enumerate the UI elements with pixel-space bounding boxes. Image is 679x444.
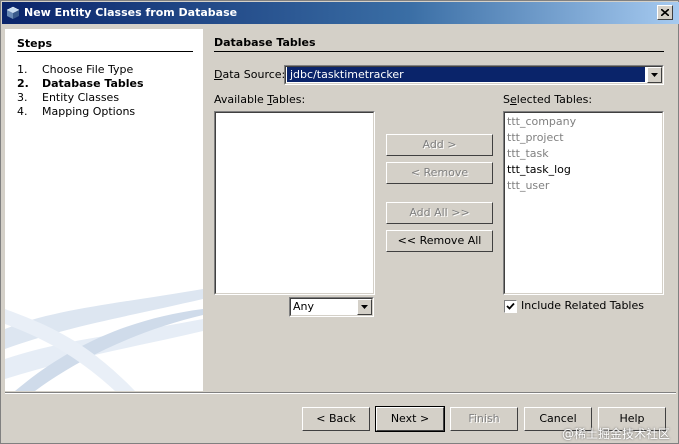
title-bar: New Entity Classes from Database — [2, 2, 679, 24]
table-filter-combobox[interactable]: Any — [289, 297, 374, 317]
include-related-label[interactable]: Include Related Tables — [521, 299, 644, 312]
chevron-down-icon — [361, 305, 368, 309]
panel-title: Database Tables — [214, 36, 316, 49]
step-label: Mapping Options — [42, 105, 136, 118]
checkmark-icon — [506, 302, 515, 310]
steps-title: Steps — [17, 37, 53, 50]
close-icon — [661, 9, 669, 16]
window-title: New Entity Classes from Database — [24, 6, 238, 19]
steps-panel: Steps 1. Choose File Type 2. Database Ta… — [5, 29, 203, 391]
selected-tables-list[interactable]: ttt_company ttt_project ttt_task ttt_tas… — [503, 111, 664, 295]
data-source-combobox[interactable]: jdbc/tasktimetracker — [284, 65, 664, 85]
chevron-down-icon — [651, 73, 658, 77]
list-item[interactable]: ttt_company — [507, 115, 576, 128]
step-number: 3. — [17, 91, 28, 104]
remove-all-button[interactable]: << Remove All — [386, 230, 493, 252]
include-related-checkbox[interactable] — [504, 300, 517, 313]
step-number: 4. — [17, 105, 28, 118]
step-label: Database Tables — [42, 77, 144, 90]
footer-separator-highlight — [5, 393, 676, 394]
available-tables-label: Available Tables: — [214, 93, 306, 106]
add-button[interactable]: Add > — [386, 134, 493, 156]
list-item[interactable]: ttt_task_log — [507, 163, 571, 176]
data-source-value: jdbc/tasktimetracker — [287, 67, 645, 82]
data-source-dropdown-button[interactable] — [647, 67, 662, 83]
watermark-text: @稀土掘金技术社区 — [561, 427, 670, 441]
table-filter-value: Any — [293, 300, 315, 313]
step-label: Entity Classes — [42, 91, 120, 104]
back-button[interactable]: < Back — [302, 407, 370, 431]
table-filter-dropdown-button[interactable] — [357, 299, 372, 315]
netbeans-cube-icon — [6, 6, 20, 20]
listbox-frame — [215, 112, 374, 294]
step-number: 2. — [17, 77, 29, 90]
selected-tables-label: Selected Tables: — [503, 93, 593, 106]
decorative-swoosh-graphic — [5, 289, 203, 391]
list-item[interactable]: ttt_user — [507, 179, 549, 192]
list-item[interactable]: ttt_task — [507, 147, 549, 160]
add-all-button[interactable]: Add All >> — [386, 202, 493, 224]
remove-button[interactable]: < Remove — [386, 162, 493, 184]
finish-button[interactable]: Finish — [450, 407, 518, 431]
available-tables-list[interactable] — [214, 111, 375, 295]
list-item[interactable]: ttt_project — [507, 131, 564, 144]
panel-title-divider — [214, 51, 664, 52]
next-button[interactable]: Next > — [375, 406, 445, 432]
data-source-label: Data Source: — [214, 68, 286, 81]
wizard-window: New Entity Classes from Database Steps 1… — [0, 0, 679, 444]
step-label: Choose File Type — [42, 63, 134, 76]
close-button[interactable] — [657, 5, 673, 20]
step-number: 1. — [17, 63, 28, 76]
steps-divider — [17, 51, 193, 52]
